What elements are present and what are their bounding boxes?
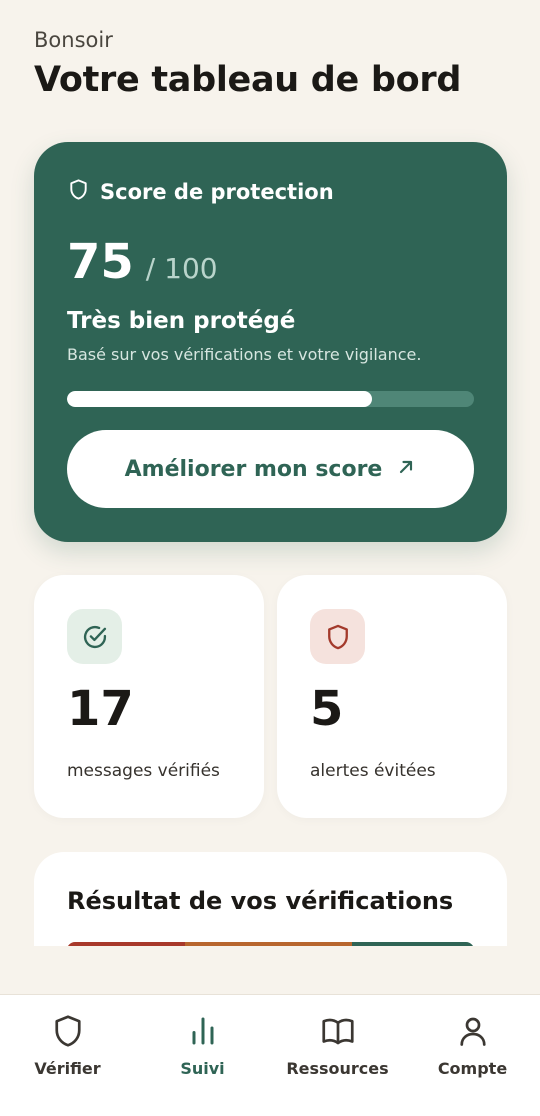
dashboard-screen: Bonsoir Votre tableau de bord Score de p…: [0, 0, 540, 1116]
shield-icon: [67, 178, 90, 205]
nav-item-verifier[interactable]: Vérifier: [0, 1013, 135, 1078]
nav-item-suivi[interactable]: Suivi: [135, 1013, 270, 1078]
user-icon: [455, 1013, 491, 1053]
results-bar-segment: [67, 942, 186, 946]
stat-label: alertes évitées: [310, 761, 436, 781]
nav-item-ressources[interactable]: Ressources: [270, 1013, 405, 1078]
bottom-navigation: Vérifier Suivi Ressources Compte: [0, 994, 540, 1116]
shield-icon: [50, 1013, 86, 1053]
nav-label: Ressources: [286, 1059, 389, 1078]
score-max: / 100: [145, 252, 218, 285]
improve-score-label: Améliorer mon score: [124, 456, 383, 482]
verification-results-card: Résultat de vos vérifications: [34, 852, 507, 946]
results-bar-segment: [351, 942, 474, 946]
stat-card-messages-verified[interactable]: 17 messages vérifiés: [34, 575, 264, 818]
shield-alert-icon: [310, 609, 365, 664]
content-scroll-area[interactable]: Bonsoir Votre tableau de bord Score de p…: [0, 0, 540, 946]
nav-item-compte[interactable]: Compte: [405, 1013, 540, 1078]
nav-label: Vérifier: [34, 1059, 101, 1078]
greeting: Bonsoir: [34, 28, 113, 52]
results-title: Résultat de vos vérifications: [67, 887, 454, 915]
improve-score-button[interactable]: Améliorer mon score: [67, 430, 474, 508]
score-value: 75: [67, 234, 134, 290]
page-title: Votre tableau de bord: [34, 60, 462, 100]
results-stacked-bar: [67, 942, 474, 946]
nav-label: Suivi: [180, 1059, 225, 1078]
score-label: Score de protection: [100, 179, 334, 204]
nav-label: Compte: [437, 1059, 508, 1078]
results-bar-segment: [185, 942, 352, 946]
arrow-up-right-icon: [396, 457, 416, 481]
book-icon: [320, 1013, 356, 1053]
score-status: Très bien protégé: [67, 308, 296, 334]
score-progress-bar: [67, 391, 474, 407]
stat-value: 5: [310, 681, 344, 737]
stat-label: messages vérifiés: [67, 761, 220, 781]
check-circle-icon: [67, 609, 122, 664]
score-description: Basé sur vos vérifications et votre vigi…: [67, 345, 422, 364]
stat-value: 17: [67, 681, 134, 737]
stat-card-alerts-avoided[interactable]: 5 alertes évitées: [277, 575, 507, 818]
protection-score-card: Score de protection 75 / 100 Très bien p…: [34, 142, 507, 542]
bar-chart-icon: [185, 1013, 221, 1053]
score-value-row: 75 / 100: [67, 234, 218, 290]
score-header: Score de protection: [67, 178, 334, 205]
score-progress-fill: [67, 391, 373, 407]
